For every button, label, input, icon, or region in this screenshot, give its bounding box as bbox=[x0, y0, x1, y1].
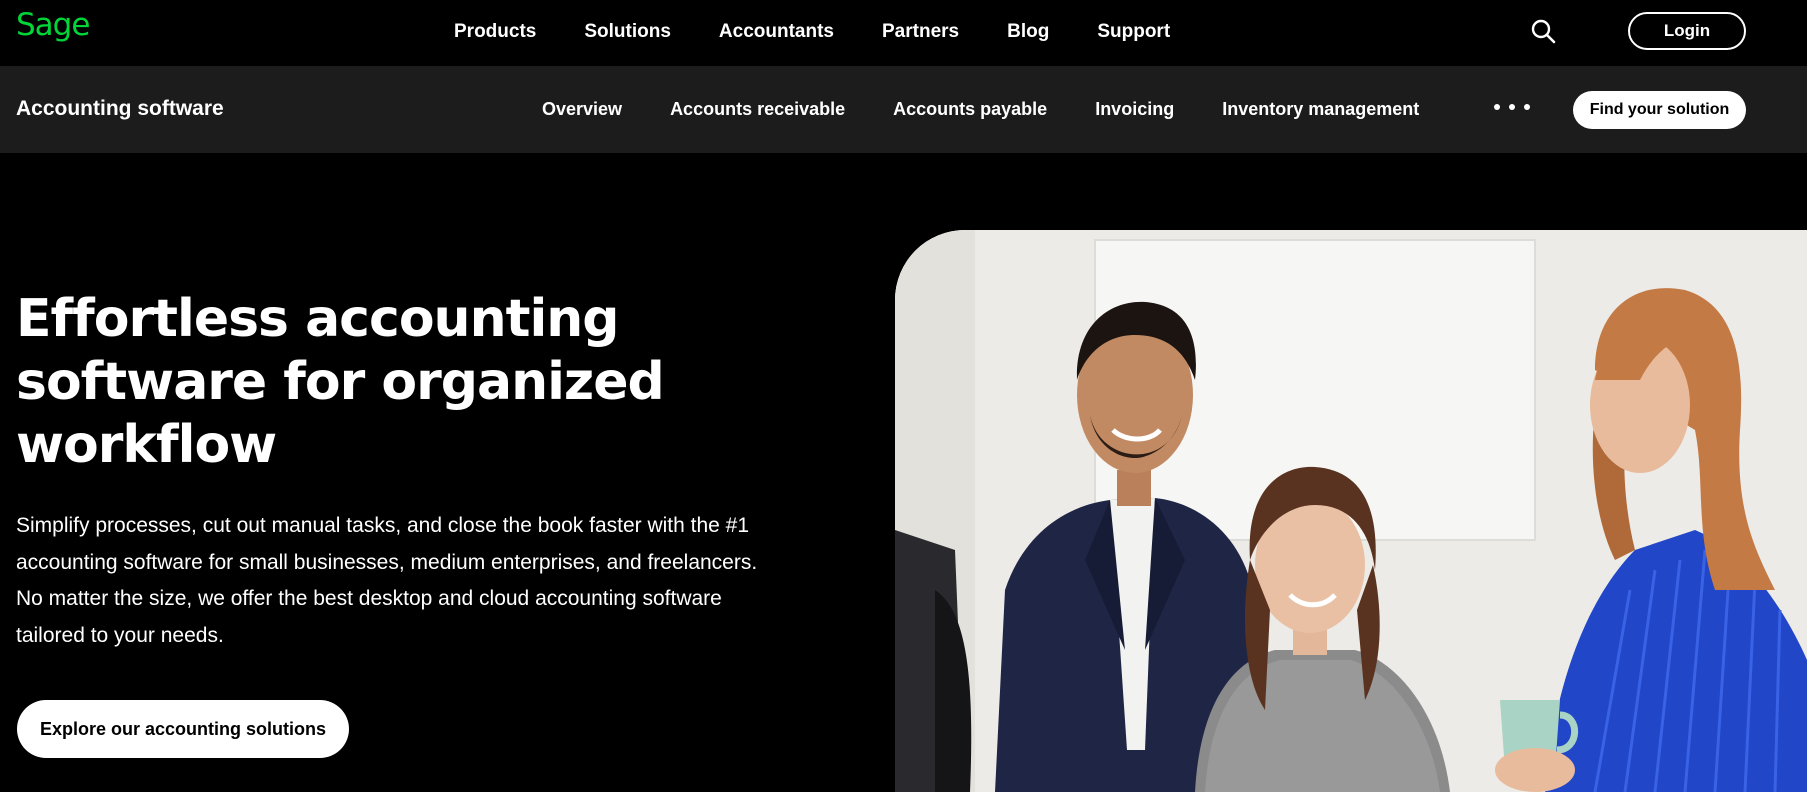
nav-item-partners[interactable]: Partners bbox=[882, 21, 959, 43]
search-icon[interactable] bbox=[1530, 18, 1556, 44]
hero-description-line: Simplify processes, cut out manual tasks… bbox=[16, 514, 750, 537]
login-button[interactable]: Login bbox=[1628, 12, 1746, 50]
hero-photo bbox=[895, 230, 1807, 792]
sage-logo[interactable]: Sage bbox=[16, 10, 90, 41]
hero-description-line: tailored to your needs. bbox=[16, 623, 224, 647]
nav-item-products[interactable]: Products bbox=[454, 21, 536, 43]
hero-description-line: accounting software for small businesses… bbox=[16, 550, 758, 574]
section-subnav: Accounting software Overview Accounts re… bbox=[0, 66, 1807, 153]
nav-item-solutions[interactable]: Solutions bbox=[584, 21, 671, 43]
explore-solutions-button[interactable]: Explore our accounting solutions bbox=[17, 700, 349, 758]
find-your-solution-button[interactable]: Find your solution bbox=[1573, 91, 1746, 129]
hero-description: Simplify processes, cut out manual tasks… bbox=[16, 508, 846, 654]
subnav-item-overview[interactable]: Overview bbox=[542, 99, 622, 120]
hero-description-line: No matter the size, we offer the best de… bbox=[16, 587, 722, 610]
nav-item-blog[interactable]: Blog bbox=[1007, 21, 1049, 43]
subnav-item-invoicing[interactable]: Invoicing bbox=[1095, 99, 1174, 120]
nav-item-accountants[interactable]: Accountants bbox=[719, 21, 834, 43]
more-dots-icon[interactable] bbox=[1494, 96, 1530, 118]
subnav-item-accounts-payable[interactable]: Accounts payable bbox=[893, 99, 1047, 120]
hero-title-line: workflow bbox=[16, 415, 277, 475]
hero-title-line: software for organized bbox=[16, 352, 665, 412]
main-nav: Products Solutions Accountants Partners … bbox=[454, 0, 1218, 64]
subnav-item-accounts-receivable[interactable]: Accounts receivable bbox=[670, 99, 845, 120]
hero-title: Effortless accounting software for organi… bbox=[16, 288, 716, 477]
sub-nav: Overview Accounts receivable Accounts pa… bbox=[542, 66, 1467, 153]
hero-title-line: Effortless accounting bbox=[16, 289, 620, 349]
nav-item-support[interactable]: Support bbox=[1097, 21, 1170, 43]
subnav-item-inventory-management[interactable]: Inventory management bbox=[1222, 99, 1419, 120]
section-title[interactable]: Accounting software bbox=[16, 97, 224, 121]
top-navbar: Sage Products Solutions Accountants Part… bbox=[0, 0, 1807, 66]
